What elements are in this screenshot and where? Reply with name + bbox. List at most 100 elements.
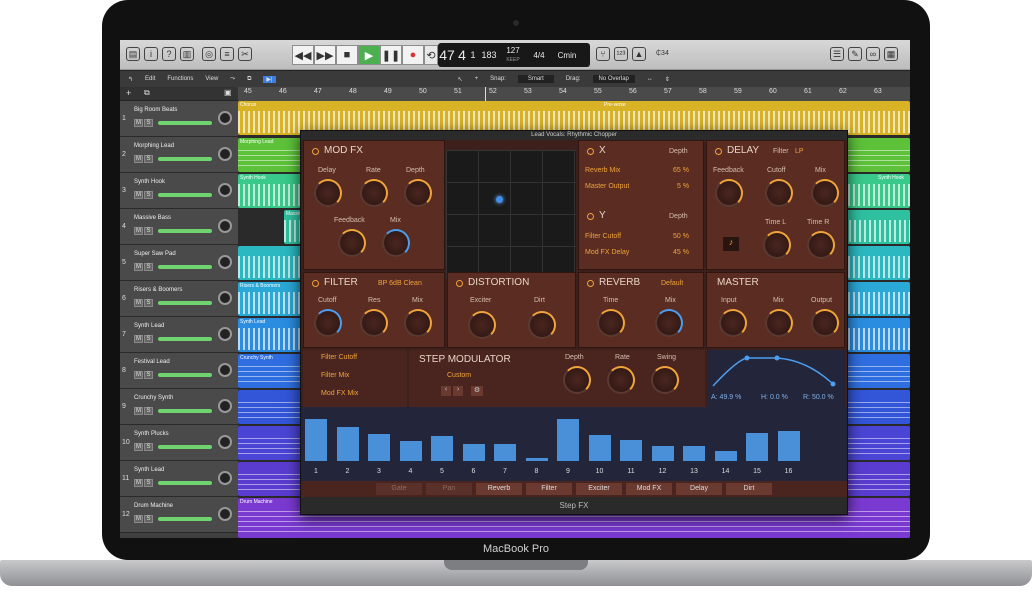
track-name[interactable]: Crunchy Synth — [134, 395, 173, 401]
step-rate-knob[interactable] — [607, 366, 635, 394]
y-depth-1[interactable]: 50 % — [673, 233, 689, 240]
pan-knob[interactable] — [218, 219, 232, 233]
x-depth-1[interactable]: 65 % — [673, 167, 689, 174]
catch-icon[interactable]: ▶| — [263, 75, 276, 83]
track-header[interactable]: 8 Festival Lead M S — [120, 353, 238, 389]
delay-power-icon[interactable] — [715, 148, 722, 155]
y-power-icon[interactable] — [587, 213, 594, 220]
track-header[interactable]: 1 Big Room Beats M S — [120, 101, 238, 137]
step-bar[interactable] — [399, 441, 422, 461]
step-sequencer[interactable]: 1 2 3 4 5 6 7 8 9 10 11 12 13 14 15 16 — [301, 407, 847, 481]
rewind-button[interactable]: ◀◀ — [292, 45, 314, 65]
solo-button[interactable]: S — [144, 227, 153, 235]
view-menu[interactable]: View — [205, 76, 218, 82]
master-input-knob[interactable] — [719, 309, 747, 337]
effect-tab[interactable]: Delay — [676, 483, 722, 495]
x-target-1[interactable]: Reverb Mix — [585, 167, 620, 174]
pan-knob[interactable] — [218, 255, 232, 269]
help-icon[interactable]: ? — [162, 47, 176, 61]
pan-knob[interactable] — [218, 291, 232, 305]
volume-slider[interactable] — [158, 229, 212, 233]
back-icon[interactable]: ↰ — [128, 76, 133, 83]
modfx-depth-knob[interactable] — [404, 179, 432, 207]
track-header[interactable]: 12 Drum Machine M S — [120, 497, 238, 533]
library-icon[interactable]: ▤ — [126, 47, 140, 61]
step-bar[interactable] — [525, 458, 548, 461]
delay-filter-select[interactable]: LP — [795, 148, 804, 155]
volume-slider[interactable] — [158, 265, 212, 269]
reverb-time-knob[interactable] — [597, 309, 625, 337]
settings-gear-icon[interactable]: ⚙ — [471, 386, 483, 396]
solo-button[interactable]: S — [144, 191, 153, 199]
step-bar[interactable] — [651, 446, 674, 461]
delay-cutoff-knob[interactable] — [765, 179, 793, 207]
volume-slider[interactable] — [158, 481, 212, 485]
mute-button[interactable]: M — [134, 443, 143, 451]
record-button[interactable]: ● — [402, 45, 424, 65]
mute-button[interactable]: M — [134, 407, 143, 415]
step-bar[interactable] — [431, 436, 453, 461]
delay-sync-note-icon[interactable]: ♪ — [723, 237, 739, 251]
delay-timer-knob[interactable] — [807, 231, 835, 259]
modfx-power-icon[interactable] — [312, 148, 319, 155]
metronome-icon[interactable]: ▲ — [632, 47, 646, 61]
volume-slider[interactable] — [158, 337, 212, 341]
track-header[interactable]: 3 Synth Hook M S — [120, 173, 238, 209]
mute-button[interactable]: M — [134, 191, 143, 199]
step-bar[interactable] — [777, 431, 800, 461]
flex-icon[interactable]: ⧉ — [247, 76, 251, 83]
track-name[interactable]: Synth Lead — [134, 467, 164, 473]
inspector-icon[interactable]: i — [144, 47, 158, 61]
filter-type-select[interactable]: BP 6dB Clean — [378, 280, 422, 287]
delay-timel-knob[interactable] — [763, 231, 791, 259]
mute-button[interactable]: M — [134, 335, 143, 343]
playhead[interactable] — [485, 87, 486, 101]
mute-button[interactable]: M — [134, 299, 143, 307]
toolbar-icon[interactable]: ▥ — [180, 47, 194, 61]
count-in-icon[interactable]: ¹²³ — [614, 47, 628, 61]
step-swing-knob[interactable] — [651, 366, 679, 394]
effect-tab[interactable]: Filter — [526, 483, 572, 495]
track-header[interactable]: 5 Super Saw Pad M S — [120, 245, 238, 281]
track-name[interactable]: Morphing Lead — [134, 143, 174, 149]
track-name[interactable]: Risers & Boomers — [134, 287, 182, 293]
track-header[interactable]: 4 Massive Bass M S — [120, 209, 238, 245]
browser-icon[interactable]: ▦ — [884, 47, 898, 61]
solo-button[interactable]: S — [144, 479, 153, 487]
y-target-1[interactable]: Filter Cutoff — [585, 233, 621, 240]
bar-ruler[interactable]: 45 46 47 48 49 50 51 52 53 54 55 56 57 58 59 60 61 62 63 — [238, 87, 910, 101]
solo-button[interactable]: S — [144, 443, 153, 451]
zoom-icon[interactable]: ↔ — [647, 76, 653, 82]
pan-knob[interactable] — [218, 399, 232, 413]
lcd-display[interactable]: 47 4 1 183 127 KEEP 4/4 Cmin — [438, 43, 590, 67]
xy-pad[interactable] — [446, 150, 576, 278]
solo-button[interactable]: S — [144, 119, 153, 127]
modfx-mix-knob[interactable] — [382, 229, 410, 257]
waveform-zoom-icon[interactable]: ⇕ — [665, 76, 670, 83]
edit-menu[interactable]: Edit — [145, 76, 155, 82]
notepad-icon[interactable]: ✎ — [848, 47, 862, 61]
step-depth-knob[interactable] — [563, 366, 591, 394]
pan-knob[interactable] — [218, 471, 232, 485]
volume-slider[interactable] — [158, 157, 212, 161]
cycle-button[interactable]: ⟲ — [424, 45, 438, 65]
modfx-rate-knob[interactable] — [360, 179, 388, 207]
volume-slider[interactable] — [158, 445, 212, 449]
volume-slider[interactable] — [158, 373, 212, 377]
track-name[interactable]: Massive Bass — [134, 215, 171, 221]
master-output-knob[interactable] — [811, 309, 839, 337]
x-depth-2[interactable]: 5 % — [677, 183, 689, 190]
distortion-exciter-knob[interactable] — [468, 311, 496, 339]
pan-knob[interactable] — [218, 327, 232, 341]
mod-target-3[interactable]: Mod FX Mix — [321, 390, 358, 397]
track-header[interactable]: 10 Synth Plucks M S — [120, 425, 238, 461]
filter-power-icon[interactable] — [312, 280, 319, 287]
modfx-delay-knob[interactable] — [314, 179, 342, 207]
x-power-icon[interactable] — [587, 148, 594, 155]
track-header[interactable]: 11 Synth Lead M S — [120, 461, 238, 497]
track-header[interactable]: 9 Crunchy Synth M S — [120, 389, 238, 425]
effect-tab[interactable]: Dirt — [726, 483, 772, 495]
next-preset-icon[interactable]: › — [453, 386, 463, 396]
volume-slider[interactable] — [158, 409, 212, 413]
snap-select[interactable]: Smart — [517, 75, 554, 83]
